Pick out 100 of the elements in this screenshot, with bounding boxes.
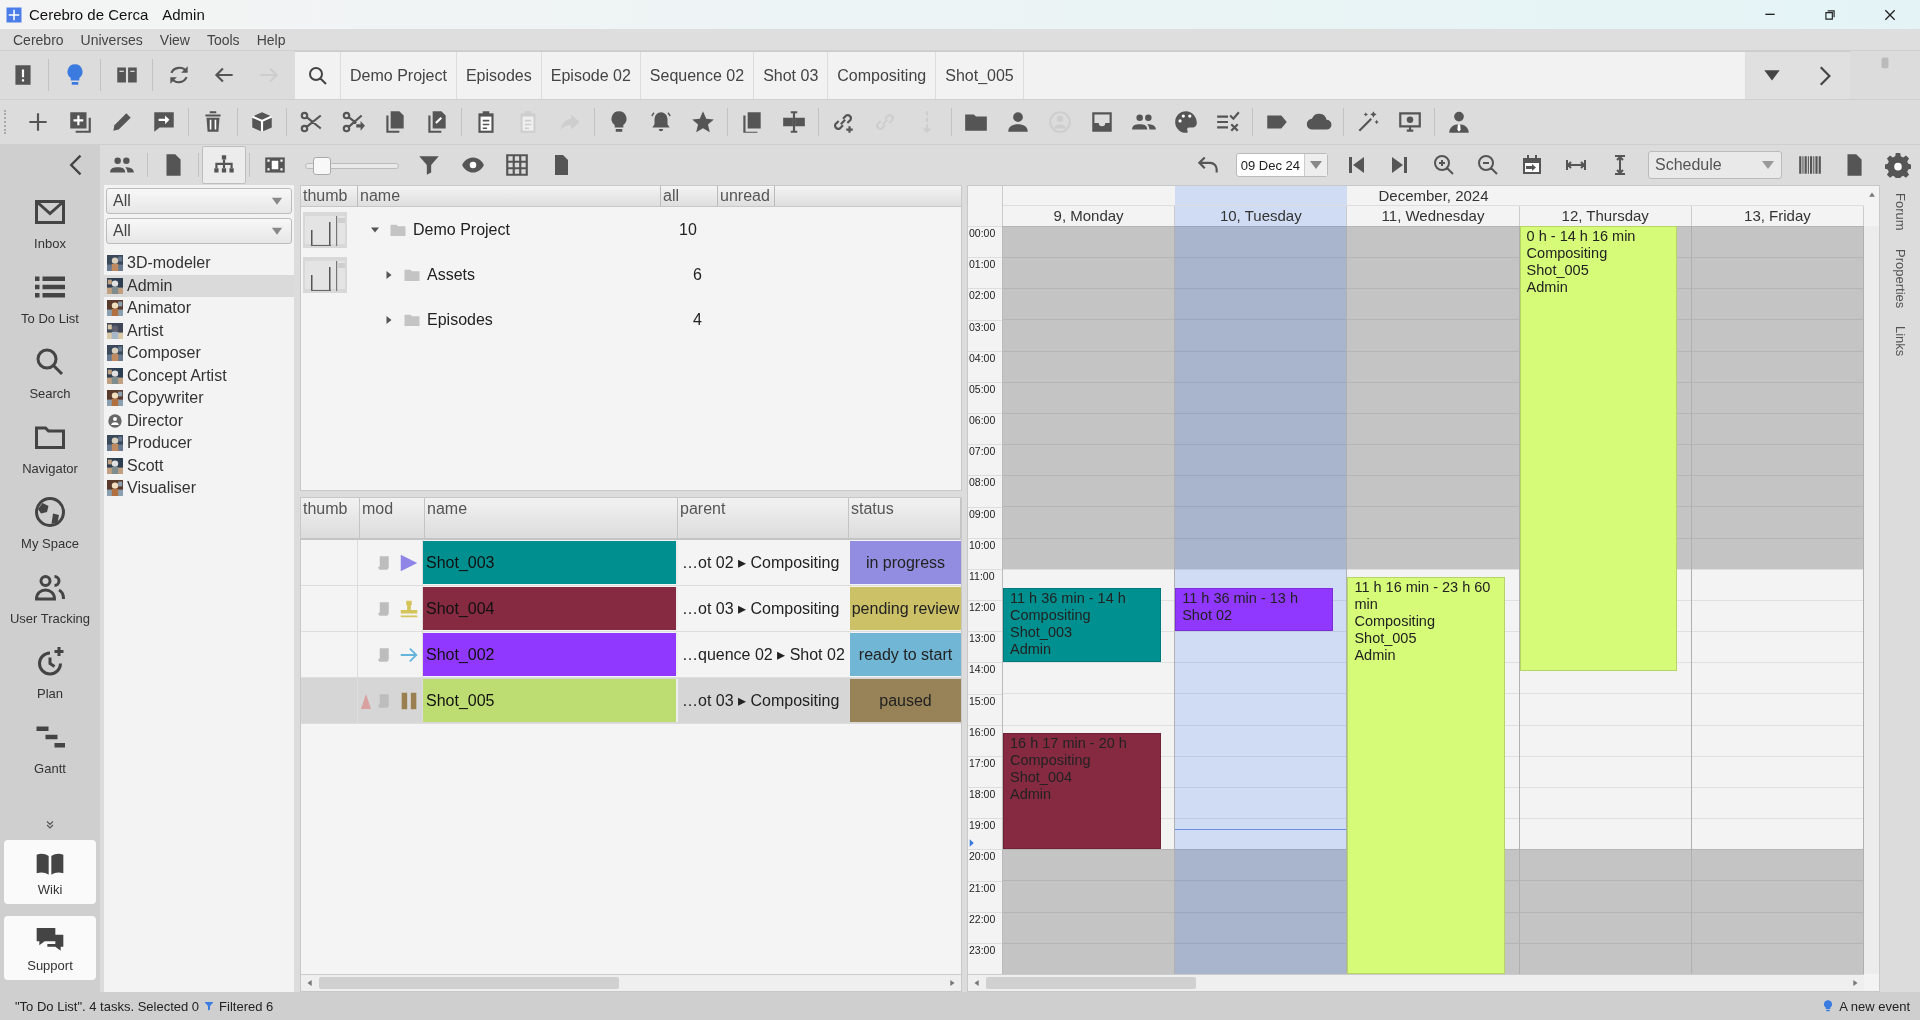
zoom-out-icon	[1476, 153, 1500, 177]
role-item[interactable]: Admin	[104, 274, 294, 297]
event-notification[interactable]: A new event	[1839, 998, 1910, 1014]
nav-item[interactable]: My Space	[0, 485, 100, 560]
nav-item[interactable]: To Do List	[0, 260, 100, 335]
role-item[interactable]: Composer	[104, 342, 294, 365]
column-header[interactable]: all	[661, 186, 718, 206]
tree-item-name[interactable]: Assets	[427, 265, 475, 284]
hour-label: 22:00	[969, 912, 996, 925]
globe-icon	[32, 494, 68, 530]
day-column[interactable]: 0 h - 14 h 16 min Compositing Shot_005 Admin	[1519, 226, 1692, 974]
hour-label: 13:00	[969, 632, 996, 645]
hour-label: 02:00	[969, 289, 996, 302]
day-column[interactable]: 11 h 16 min - 23 h 60 min Compositing Shot_005 Admin	[1347, 226, 1520, 974]
hour-label: 18:00	[969, 788, 996, 801]
funnel-icon	[203, 1000, 216, 1012]
column-header[interactable]: thumb	[301, 498, 360, 538]
parent-path-cell-text: …ot 03 ▸ Compositing	[681, 691, 841, 711]
monitor-gear-icon	[1397, 109, 1423, 135]
caret-down-icon	[271, 226, 283, 236]
tree-item-name[interactable]: Demo Project	[413, 220, 510, 239]
parent-path-cell-text: …ot 03 ▸ Compositing	[681, 599, 841, 619]
menu-item[interactable]: Cerebro	[5, 31, 73, 48]
app-logo-icon	[5, 5, 23, 24]
horizontal-scrollbar[interactable]	[301, 974, 961, 991]
zoom-in-icon	[1432, 153, 1456, 177]
hour-label: 06:00	[969, 414, 996, 427]
filter-dropdown[interactable]: All	[106, 188, 292, 214]
hour-label: 17:00	[969, 756, 996, 769]
caret-down-icon	[271, 196, 283, 206]
calendar-event[interactable]: 11 h 36 min - 14 h Compositing Shot_003 Admin	[1003, 587, 1161, 663]
menu-item[interactable]: Tools	[198, 31, 249, 48]
caret-down-icon	[1309, 160, 1323, 170]
grid-icon	[504, 152, 530, 178]
column-header[interactable]: thumb	[301, 186, 358, 206]
hour-label: 12:00	[969, 601, 996, 614]
filter-dropdown[interactable]: All	[106, 218, 292, 244]
column-header[interactable]: name	[425, 498, 678, 538]
day-header[interactable]: 13, Friday	[1691, 206, 1864, 226]
scissors-arrow-icon	[340, 109, 366, 135]
side-tab[interactable]: Forum	[1892, 193, 1908, 231]
horizontal-scrollbar[interactable]	[968, 974, 1864, 991]
task-name-cell: Shot_002	[423, 633, 678, 676]
nav-item[interactable]: User Tracking	[0, 560, 100, 635]
role-item[interactable]: Scott	[104, 454, 294, 477]
arrow-small-right-icon	[1850, 978, 1860, 988]
column-header[interactable]: parent	[678, 498, 849, 538]
role-item[interactable]: Visualiser	[104, 477, 294, 500]
parent-path-cell-text: …ot 02 ▸ Compositing	[681, 553, 841, 573]
task-row[interactable]: Shot_005 …ot 03 ▸ Compositing paused	[301, 678, 961, 724]
side-tab[interactable]: Links	[1892, 325, 1908, 357]
nav-item[interactable]: Search	[0, 335, 100, 410]
side-tab[interactable]: Properties	[1892, 248, 1908, 308]
role-item[interactable]: Artist	[104, 319, 294, 342]
dropdown-button[interactable]	[1746, 52, 1798, 99]
text-cursor-icon	[781, 109, 807, 135]
hour-label: 14:00	[969, 663, 996, 676]
tree-item-name[interactable]: Episodes	[427, 310, 493, 329]
nav-item[interactable]: Navigator	[0, 410, 100, 485]
role-item[interactable]: 3D-modeler	[104, 252, 294, 275]
status-cell: paused	[850, 679, 961, 722]
slider-thumb[interactable]	[313, 157, 332, 175]
task-row[interactable]: Shot_004 …ot 03 ▸ Compositing pending review	[301, 586, 961, 632]
date-field[interactable]: 09 Dec 24	[1235, 153, 1328, 177]
nav-card[interactable]: Support	[4, 916, 96, 980]
role-item[interactable]: Director	[104, 409, 294, 432]
hour-label: 23:00	[969, 943, 996, 956]
hour-label: 03:00	[969, 320, 996, 333]
role-item[interactable]: Animator	[104, 297, 294, 320]
column-header[interactable]: unread	[718, 186, 775, 206]
agent-icon	[1446, 109, 1472, 135]
day-header[interactable]: 10, Tuesday	[1175, 206, 1348, 226]
day-header[interactable]: 11, Wednesday	[1347, 206, 1520, 226]
calendar-event[interactable]: 11 h 16 min - 23 h 60 min Compositing Shot_005 Admin	[1347, 577, 1505, 974]
view-dropdown[interactable]: Schedule	[1648, 151, 1782, 179]
hour-label: 15:00	[969, 694, 996, 707]
column-header[interactable]: status	[849, 498, 961, 538]
menu-item[interactable]: Universes	[72, 31, 152, 48]
column-header[interactable]: name	[358, 186, 661, 206]
role-item[interactable]: Concept Artist	[104, 364, 294, 387]
hour-label: 00:00	[969, 227, 996, 239]
day-column[interactable]: 11 h 36 min - 14 h Compositing Shot_003 Admin 16 h 17 min - 20 h Compositing Shot_004 Admin	[1003, 226, 1176, 974]
menu-item[interactable]: Help	[248, 31, 295, 48]
nav-card[interactable]: Wiki	[4, 840, 96, 904]
status-text: "To Do List". 4 tasks. Selected 0	[15, 998, 200, 1014]
vertical-scrollbar[interactable]	[1864, 226, 1879, 974]
column-header[interactable]: mod	[360, 498, 425, 538]
task-row[interactable]: Shot_003 …ot 02 ▸ Compositing in progress	[301, 540, 961, 586]
nav-item[interactable]: Gantt	[0, 710, 100, 785]
nav-item[interactable]: Plan	[0, 635, 100, 710]
menu-item[interactable]: View	[151, 31, 199, 48]
role-item[interactable]: Producer	[104, 432, 294, 455]
hierarchy-button[interactable]	[202, 146, 246, 184]
nav-item[interactable]: Inbox	[0, 185, 100, 260]
add-box-icon	[67, 109, 93, 135]
count-text: 10	[679, 220, 697, 238]
task-row[interactable]: Shot_002 …quence 02 ▸ Shot 02 ready to start	[301, 632, 961, 678]
hour-label: 10:00	[969, 538, 996, 551]
role-item[interactable]: Copywriter	[104, 387, 294, 410]
calendar-event[interactable]: 0 h - 14 h 16 min Compositing Shot_005 Admin	[1519, 226, 1678, 671]
